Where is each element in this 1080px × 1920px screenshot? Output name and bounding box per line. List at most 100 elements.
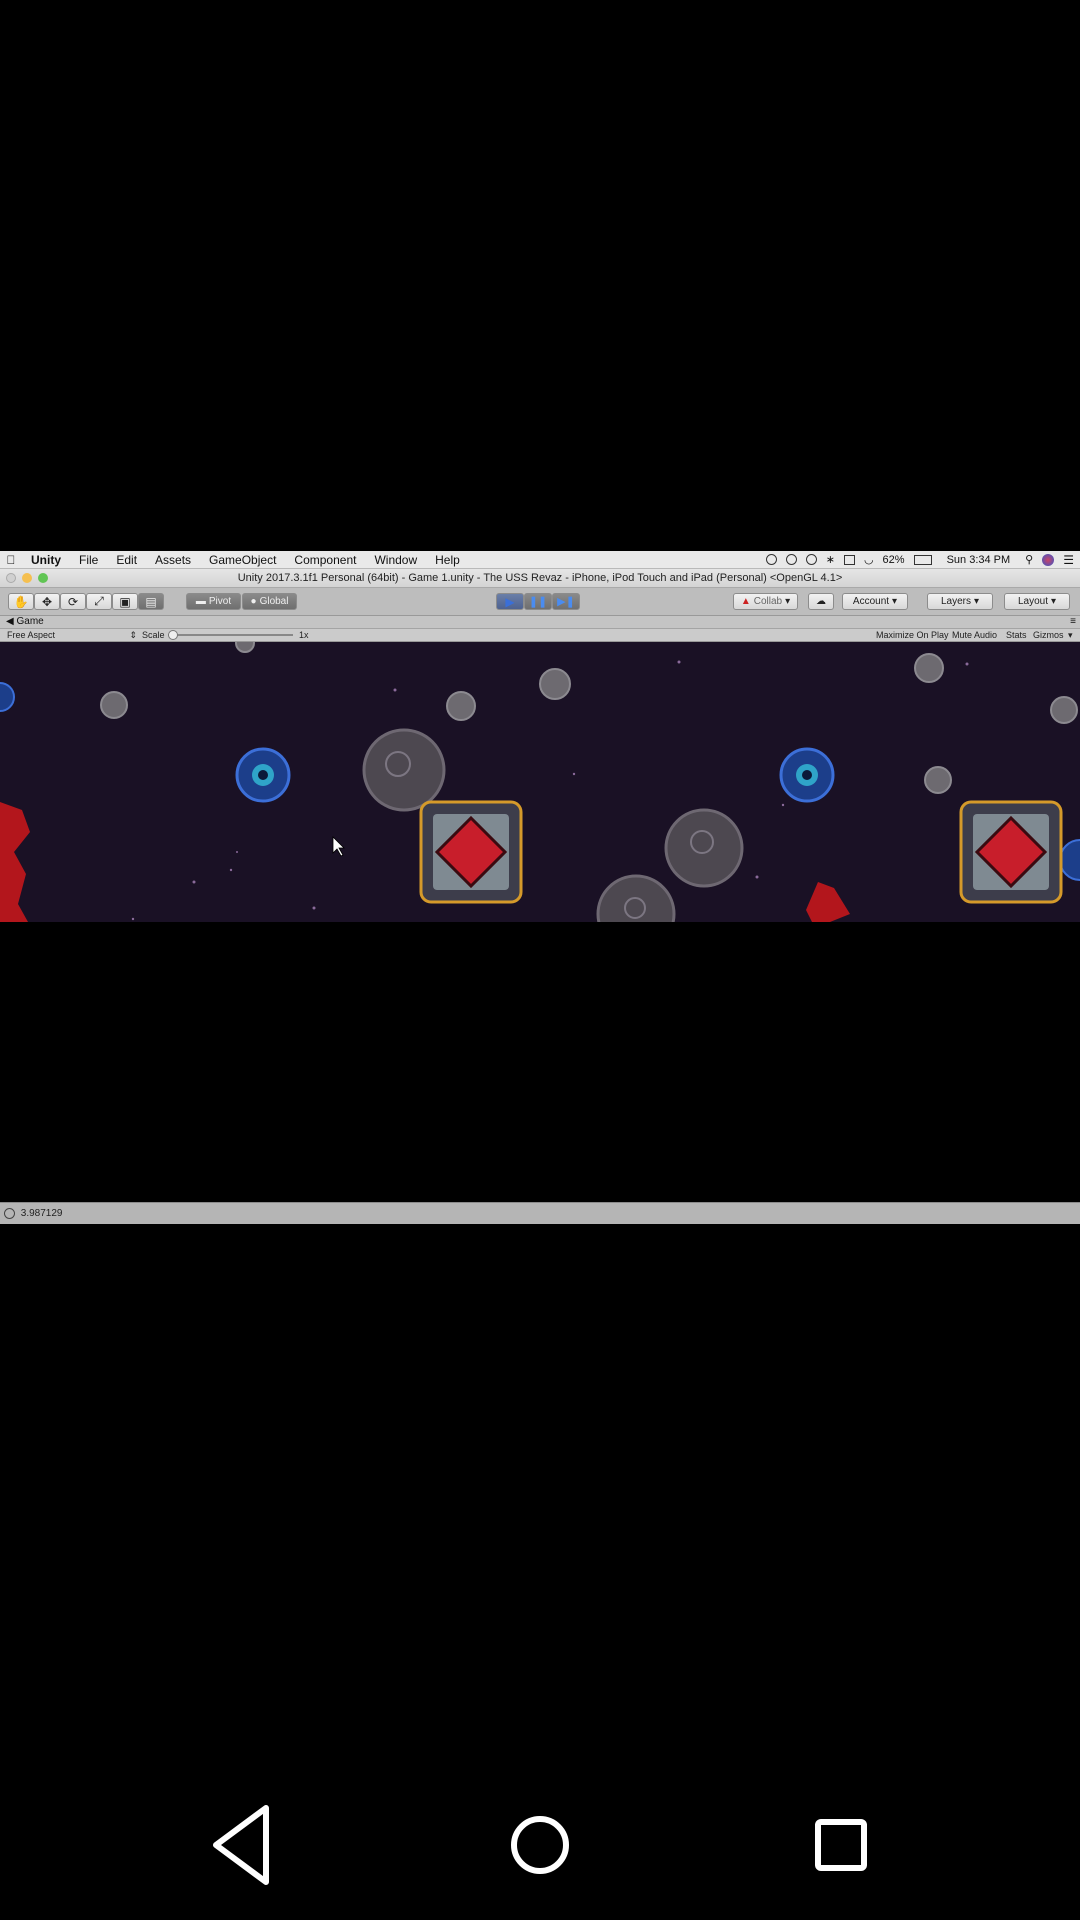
rotate-icon: ⟳ — [67, 594, 79, 609]
airplay-icon[interactable] — [843, 554, 855, 565]
game-tab-label: Game — [16, 616, 44, 627]
layers-label: Layers — [940, 596, 971, 607]
pivot-label: Pivot — [208, 596, 232, 607]
move-icon: ✥ — [41, 594, 53, 609]
hand-tool-button[interactable]: ✋ — [8, 593, 34, 610]
transform-icon: ▤ — [145, 594, 157, 609]
gizmos-dropdown[interactable]: Gizmos — [1033, 629, 1064, 641]
eye-enemies — [0, 682, 1080, 881]
dropdown-arrows-icon: ⇕ — [129, 630, 137, 640]
transform-tool-button[interactable]: ▤ — [138, 593, 164, 610]
play-button[interactable]: ▶ — [496, 593, 524, 610]
pause-icon: ❚❚ — [528, 596, 548, 608]
clock[interactable]: Sun 3:34 PM — [941, 554, 1017, 566]
game-scene — [0, 642, 1080, 922]
step-icon: ▶❚ — [557, 596, 575, 608]
scale-icon: ⤢ — [94, 594, 104, 608]
recents-icon[interactable] — [796, 1800, 886, 1890]
cloud-icon[interactable] — [785, 554, 797, 565]
cloud-icon: ☁ — [816, 596, 826, 607]
minimize-window-icon[interactable] — [22, 573, 32, 583]
layers-dropdown[interactable]: Layers ▾ — [927, 593, 993, 610]
globe-icon: ● — [250, 596, 257, 607]
game-viewport[interactable] — [0, 642, 1080, 922]
game-viewport-letterbox — [0, 922, 1080, 1202]
mute-audio-toggle[interactable]: Mute Audio — [952, 629, 997, 641]
stats-toggle[interactable]: Stats — [1006, 629, 1027, 641]
close-window-icon[interactable] — [6, 573, 16, 583]
mouse-cursor-icon — [332, 836, 345, 857]
tab-menu-icon[interactable]: ≡ — [1070, 616, 1076, 628]
unity-editor-screen:  Unity File Edit Assets GameObject Comp… — [0, 551, 1080, 1224]
back-icon[interactable] — [196, 1800, 286, 1890]
notification-center-icon[interactable]: ☰ — [1063, 553, 1074, 567]
collab-label: Collab — [753, 596, 783, 607]
record-icon[interactable] — [765, 554, 777, 565]
battery-icon[interactable] — [913, 554, 932, 565]
chevron-down-icon: ▾ — [892, 596, 898, 607]
play-icon: ▶ — [505, 594, 515, 609]
pivot-icon: ▬ — [195, 596, 206, 607]
aspect-dropdown[interactable]: Free Aspect ⇕ — [7, 629, 137, 641]
console-status-bar[interactable]: 3.987129 — [0, 1202, 1080, 1224]
pivot-toggle[interactable]: ▬ Pivot — [186, 593, 241, 610]
zoom-window-icon[interactable] — [38, 573, 48, 583]
chevron-down-icon: ▾ — [973, 596, 980, 607]
hand-icon: ✋ — [13, 594, 29, 609]
unity-toolbar: ✋ ✥ ⟳ ⤢ ▣ ▤ ▬ Pivot ● Global ▶ ❚❚ ▶❚ ▲ Coll… — [0, 588, 1080, 616]
info-icon — [4, 1207, 15, 1219]
account-dropdown[interactable]: Account ▾ — [842, 593, 908, 610]
home-icon[interactable] — [495, 1800, 585, 1890]
menu-assets[interactable]: Assets — [146, 553, 200, 567]
scale-slider[interactable] — [168, 630, 293, 640]
scale-value: 1x — [299, 630, 309, 640]
rect-tool-button[interactable]: ▣ — [112, 593, 138, 610]
menu-extras: ∗ ◡ 62% Sun 3:34 PM ⚲ ☰ — [765, 551, 1074, 568]
android-nav-bar — [0, 1800, 1080, 1895]
step-button[interactable]: ▶❚ — [552, 593, 580, 610]
menu-file[interactable]: File — [70, 553, 107, 567]
rect-icon: ▣ — [119, 594, 131, 609]
sync-icon[interactable] — [805, 554, 817, 565]
menu-edit[interactable]: Edit — [107, 553, 146, 567]
scale-slider-thumb[interactable] — [168, 630, 178, 640]
apple-logo-icon[interactable]:  — [0, 553, 22, 567]
game-tab-bar: ◀ Game ≡ — [0, 616, 1080, 629]
battery-percent[interactable]: 62% — [883, 554, 905, 566]
layout-label: Layout — [1017, 596, 1048, 607]
bluetooth-icon[interactable]: ∗ — [826, 553, 835, 566]
warning-icon: ▲ — [740, 596, 751, 607]
menu-component[interactable]: Component — [285, 553, 365, 567]
window-title-bar: Unity 2017.3.1f1 Personal (64bit) - Game… — [0, 569, 1080, 588]
menu-window[interactable]: Window — [365, 553, 426, 567]
game-tab-icon: ◀ — [6, 616, 14, 627]
global-label: Global — [259, 596, 289, 607]
scale-label: Scale — [142, 630, 165, 640]
tab-game[interactable]: ◀ Game — [0, 616, 44, 628]
console-last-message: 3.987129 — [20, 1208, 63, 1219]
menu-gameobject[interactable]: GameObject — [200, 553, 285, 567]
layout-dropdown[interactable]: Layout ▾ — [1004, 593, 1070, 610]
mac-menu-bar:  Unity File Edit Assets GameObject Comp… — [0, 551, 1080, 569]
menu-help[interactable]: Help — [426, 553, 469, 567]
game-view-controls: Free Aspect ⇕ Scale 1x Maximize On Play … — [0, 629, 1080, 642]
spotlight-search-icon[interactable]: ⚲ — [1025, 553, 1033, 566]
scale-tool-button[interactable]: ⤢ — [86, 593, 112, 610]
global-toggle[interactable]: ● Global — [242, 593, 297, 610]
chevron-down-icon: ▾ — [785, 596, 791, 607]
maximize-on-play-toggle[interactable]: Maximize On Play — [876, 629, 949, 641]
rotate-tool-button[interactable]: ⟳ — [60, 593, 86, 610]
chevron-down-icon: ▾ — [1051, 596, 1057, 607]
account-label: Account — [852, 596, 890, 607]
chevron-down-icon: ▾ — [1068, 630, 1073, 640]
pause-button[interactable]: ❚❚ — [524, 593, 552, 610]
traffic-lights — [6, 573, 48, 583]
window-title: Unity 2017.3.1f1 Personal (64bit) - Game… — [237, 572, 843, 584]
move-tool-button[interactable]: ✥ — [34, 593, 60, 610]
cloud-button[interactable]: ☁ — [808, 593, 834, 610]
wifi-icon[interactable]: ◡ — [864, 553, 874, 566]
aspect-label: Free Aspect — [7, 630, 56, 640]
collab-dropdown[interactable]: ▲ Collab ▾ — [733, 593, 798, 610]
menu-unity[interactable]: Unity — [22, 553, 70, 567]
siri-icon[interactable] — [1042, 553, 1055, 566]
